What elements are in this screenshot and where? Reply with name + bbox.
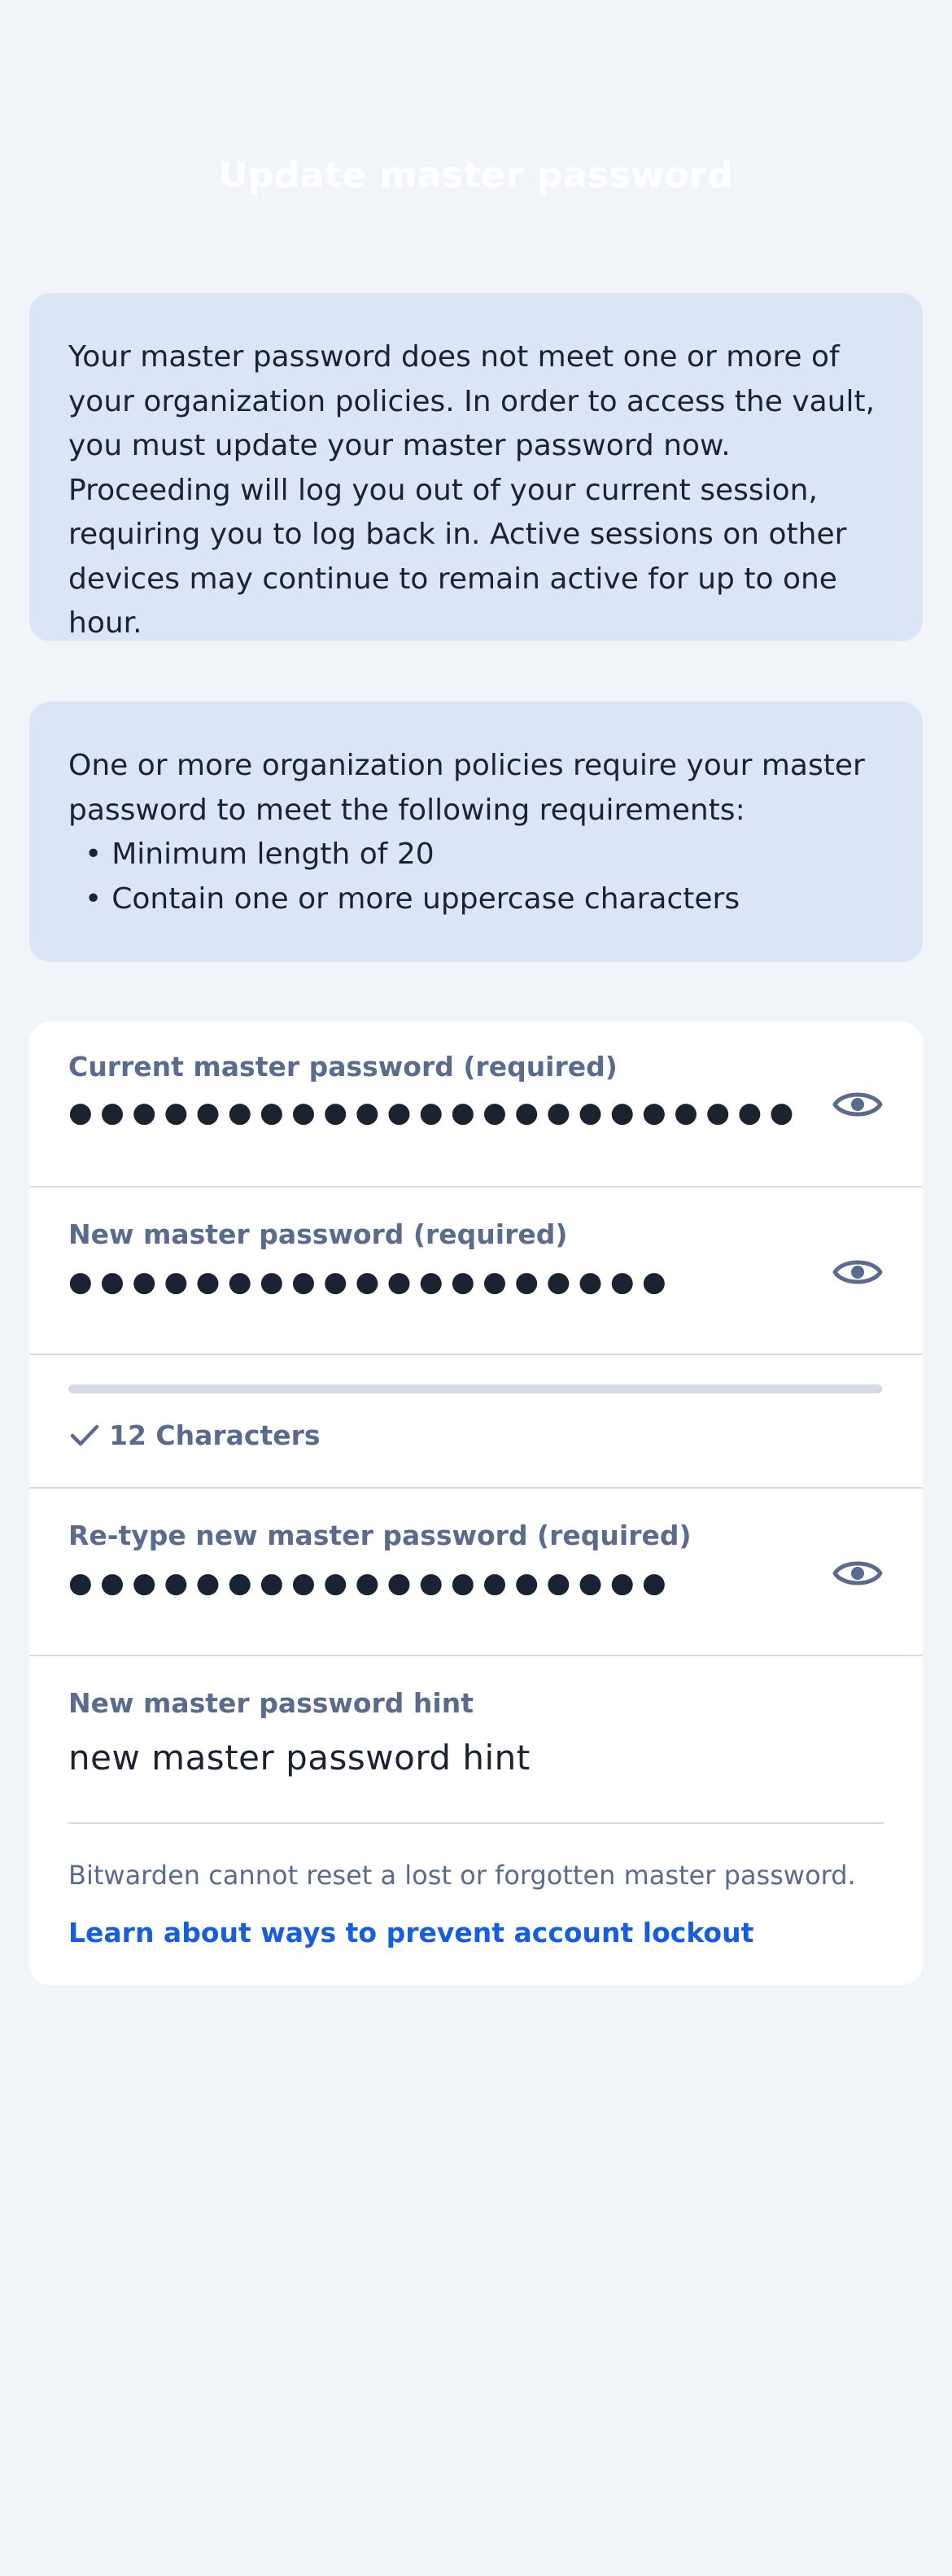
current-password-label: Current master password (required) — [68, 1051, 618, 1082]
new-password-input[interactable]: ●●●●●●●●●●●●●●●●●●● — [68, 1266, 674, 1298]
new-password-field[interactable]: New master password (required) ●●●●●●●●●… — [29, 1187, 923, 1355]
policy-notice-callout: Your master password does not meet one o… — [29, 293, 923, 641]
requirement-item: Minimum length of 20 — [68, 833, 884, 877]
current-password-field[interactable]: Current master password (required) ●●●●●… — [29, 1021, 923, 1187]
reset-warning-text: Bitwarden cannot reset a lost or forgott… — [68, 1860, 856, 1891]
requirements-callout: One or more organization policies requir… — [29, 702, 923, 962]
requirements-list: Minimum length of 20 Contain one or more… — [68, 833, 884, 921]
eye-icon — [832, 1561, 883, 1585]
requirement-item: Contain one or more uppercase characters — [68, 877, 884, 922]
password-hint-label: New master password hint — [68, 1687, 474, 1719]
retype-password-field[interactable]: Re-type new master password (required) ●… — [29, 1489, 923, 1656]
toggle-new-password-visibility-button[interactable] — [832, 1253, 884, 1292]
retype-password-label: Re-type new master password (required) — [68, 1520, 692, 1551]
policy-notice-text: Your master password does not meet one o… — [68, 340, 876, 640]
checkmark-icon — [70, 1424, 99, 1446]
password-strength-section: 12 Characters — [29, 1355, 923, 1489]
password-hint-field[interactable]: New master password hint new master pass… — [68, 1656, 884, 1824]
new-password-label: New master password (required) — [68, 1218, 568, 1250]
current-password-input[interactable]: ●●●●●●●●●●●●●●●●●●●●●●● — [68, 1096, 801, 1129]
length-check: 12 Characters — [68, 1419, 321, 1451]
toggle-retype-password-visibility-button[interactable] — [832, 1554, 884, 1593]
password-hint-input[interactable]: new master password hint — [68, 1738, 531, 1778]
account-lockout-link[interactable]: Learn about ways to prevent account lock… — [68, 1917, 753, 1948]
page-title: Update master password — [218, 155, 734, 196]
eye-icon — [832, 1260, 883, 1284]
length-check-label: 12 Characters — [109, 1419, 321, 1451]
toggle-current-password-visibility-button[interactable] — [832, 1085, 884, 1124]
password-strength-meter — [68, 1384, 882, 1393]
password-form: Current master password (required) ●●●●●… — [29, 1021, 923, 1985]
requirements-intro: One or more organization policies requir… — [68, 749, 865, 827]
eye-icon — [832, 1092, 883, 1117]
retype-password-input[interactable]: ●●●●●●●●●●●●●●●●●●● — [68, 1567, 674, 1599]
